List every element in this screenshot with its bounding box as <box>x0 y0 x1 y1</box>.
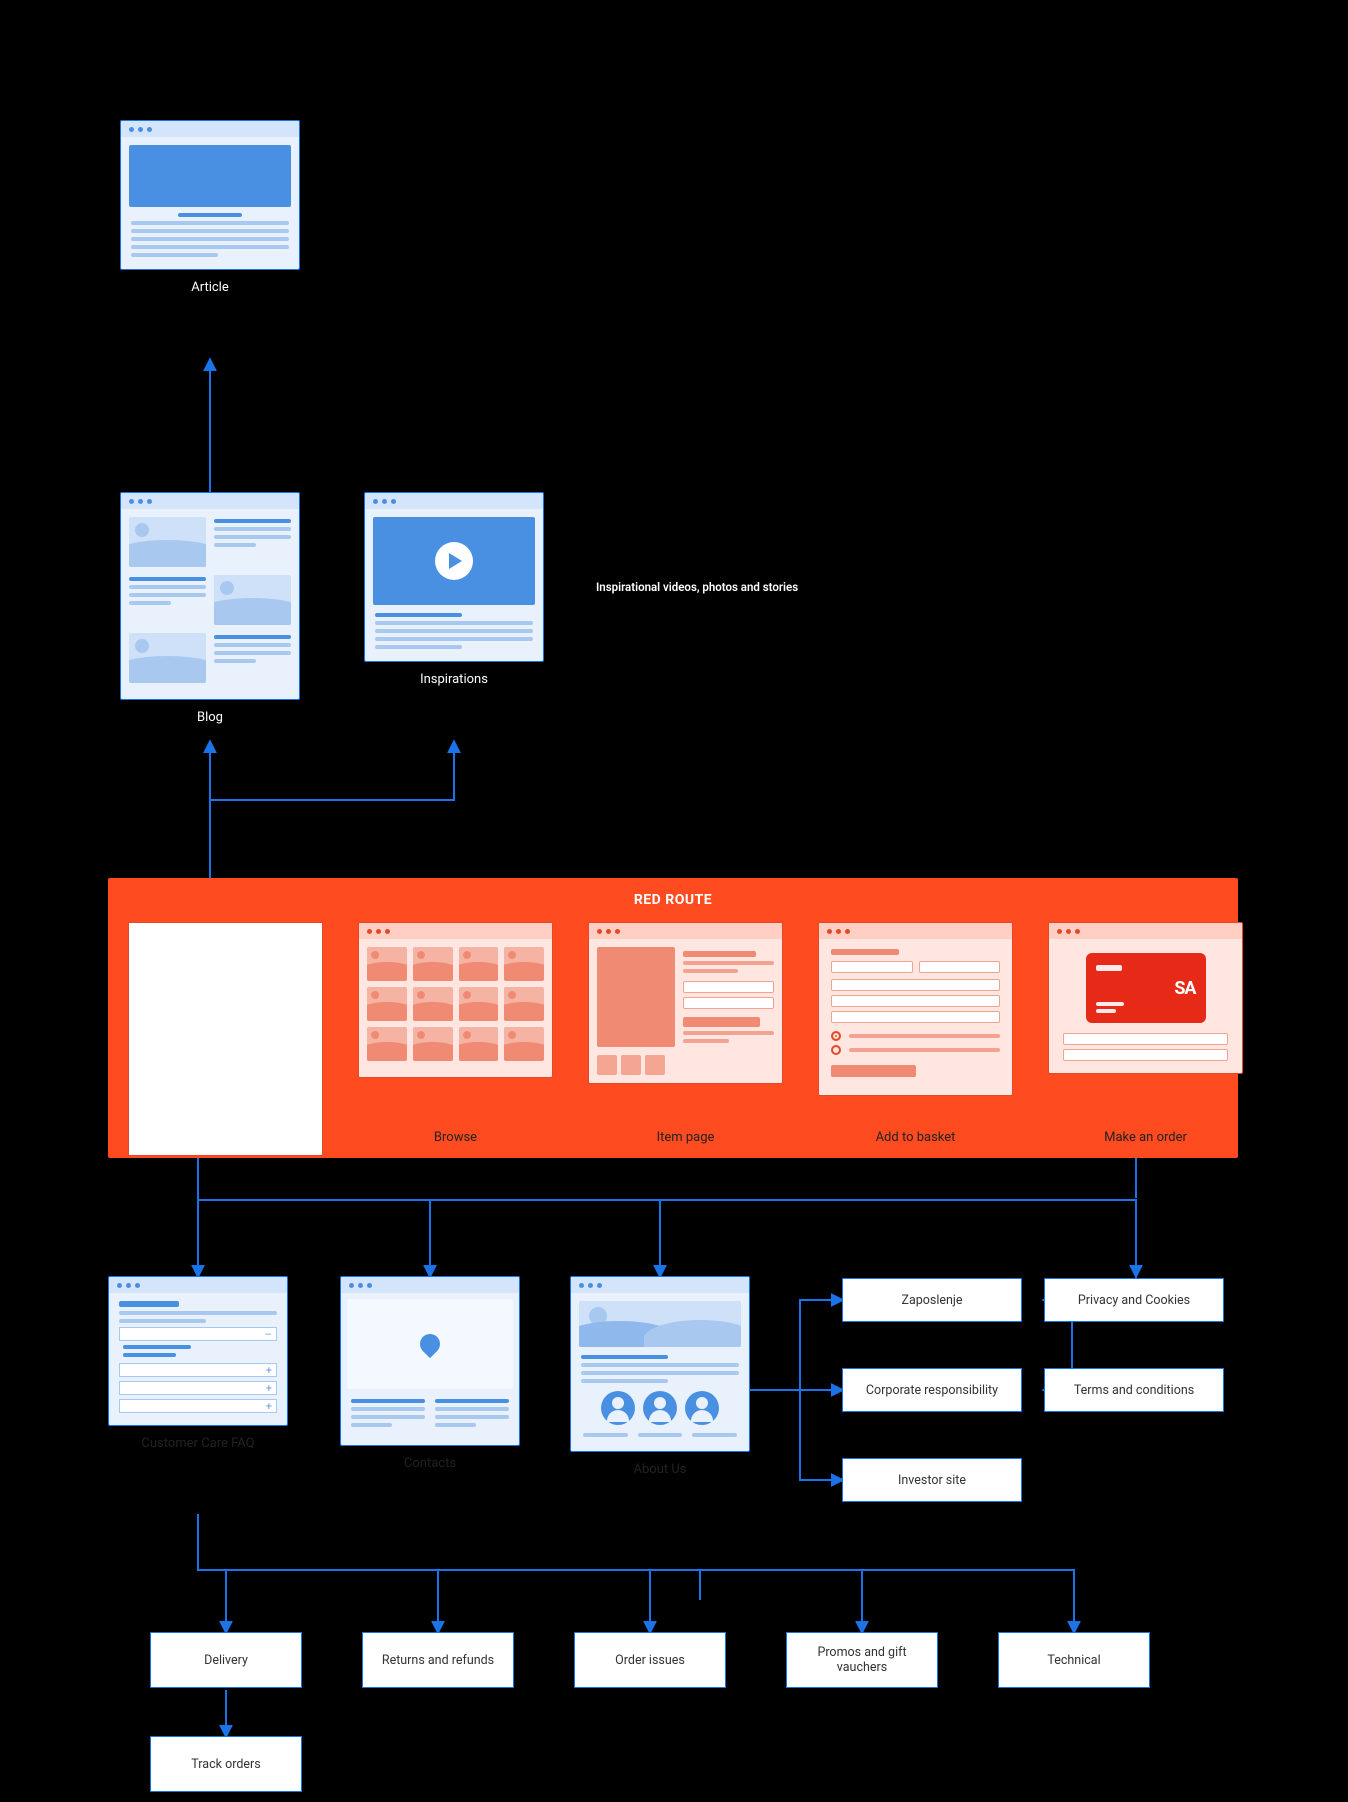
accordion-row[interactable] <box>119 1399 277 1413</box>
wf-inspirations[interactable]: Inspirations <box>364 492 544 687</box>
wf-article[interactable]: Article <box>120 120 300 295</box>
wf-contacts[interactable]: Contacts <box>340 1276 520 1471</box>
wf-item-label: Item page <box>588 1130 783 1145</box>
wf-browse-label: Browse <box>358 1130 553 1145</box>
wf-contacts-label: Contacts <box>340 1456 520 1471</box>
wf-article-label: Article <box>120 280 300 295</box>
wf-about-us-label: About Us <box>570 1462 750 1477</box>
wf-order-label: Make an order <box>1048 1130 1243 1145</box>
map-pin-icon <box>416 1330 444 1358</box>
play-icon <box>435 542 473 580</box>
wf-inspirations-label: Inspirations <box>364 672 544 687</box>
node-corporate-responsibility[interactable]: Corporate responsibility <box>842 1368 1022 1412</box>
node-terms[interactable]: Terms and conditions <box>1044 1368 1224 1412</box>
radio-icon <box>831 1031 841 1041</box>
node-investor-site[interactable]: Investor site <box>842 1458 1022 1502</box>
node-order-issues[interactable]: Order issues <box>574 1632 726 1688</box>
credit-card-icon: SA <box>1086 953 1206 1023</box>
node-technical[interactable]: Technical <box>998 1632 1150 1688</box>
node-delivery[interactable]: Delivery <box>150 1632 302 1688</box>
accordion-row[interactable] <box>119 1381 277 1395</box>
inspirations-annotation: Inspirational videos, photos and stories <box>596 580 798 594</box>
accordion-row[interactable] <box>119 1327 277 1341</box>
radio-icon <box>831 1045 841 1055</box>
wf-basket[interactable] <box>818 922 1013 1096</box>
wf-basket-label: Add to basket <box>818 1130 1013 1145</box>
wf-order[interactable]: SA <box>1048 922 1243 1074</box>
node-track-orders[interactable]: Track orders <box>150 1736 302 1792</box>
avatar-icon <box>685 1391 719 1425</box>
wf-blog-label: Blog <box>120 710 300 725</box>
avatar-icon <box>601 1391 635 1425</box>
red-route-title: RED ROUTE <box>108 892 1238 908</box>
wf-about-us[interactable]: About Us <box>570 1276 750 1477</box>
node-promos[interactable]: Promos and gift vauchers <box>786 1632 938 1688</box>
wf-blog[interactable]: Blog <box>120 492 300 725</box>
wf-customer-care-label: Customer Care FAQ <box>108 1436 288 1451</box>
wf-item[interactable] <box>588 922 783 1084</box>
node-zaposlenje[interactable]: Zaposlenje <box>842 1278 1022 1322</box>
wf-customer-care[interactable]: Customer Care FAQ <box>108 1276 288 1451</box>
accordion-row[interactable] <box>119 1363 277 1377</box>
wf-browse[interactable] <box>358 922 553 1078</box>
node-privacy[interactable]: Privacy and Cookies <box>1044 1278 1224 1322</box>
avatar-icon <box>643 1391 677 1425</box>
node-returns[interactable]: Returns and refunds <box>362 1632 514 1688</box>
